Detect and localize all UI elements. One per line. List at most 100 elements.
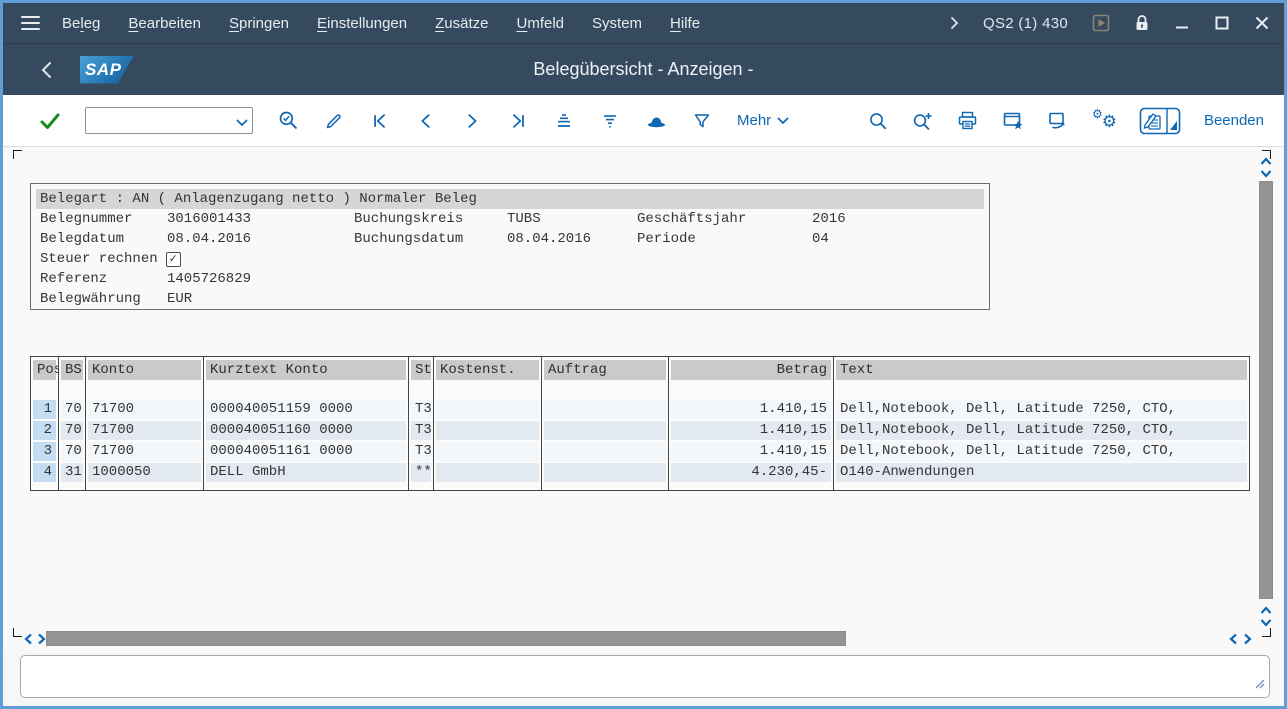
- horizontal-scrollbar-thumb[interactable]: [46, 631, 846, 646]
- command-field[interactable]: [85, 107, 253, 134]
- print-button[interactable]: [957, 110, 979, 132]
- hscroll-left-button-right[interactable]: [1227, 633, 1240, 644]
- col-header-betrag[interactable]: Betrag: [669, 357, 834, 384]
- cell-kostenst[interactable]: [434, 441, 542, 462]
- sap-gui-window: Beleg Bearbeiten Springen Einstellungen …: [0, 0, 1287, 709]
- menu-item-hilfe[interactable]: Hilfe: [670, 15, 700, 32]
- cell-bs[interactable]: 70: [59, 420, 86, 441]
- col-header-konto[interactable]: Konto: [86, 357, 204, 384]
- sort-descending-button[interactable]: [599, 110, 621, 132]
- cell-konto[interactable]: 1000050: [86, 462, 204, 483]
- menu-bar: Beleg Bearbeiten Springen Einstellungen …: [3, 3, 1284, 43]
- col-header-auftrag[interactable]: Auftrag: [542, 357, 669, 384]
- bowler-hat-icon[interactable]: [645, 110, 667, 132]
- menu-item-springen[interactable]: Springen: [229, 15, 289, 32]
- vertical-scrollbar-thumb[interactable]: [1259, 181, 1273, 599]
- cell-konto[interactable]: 71700: [86, 399, 204, 420]
- vscroll-up-button-bottom[interactable]: [1259, 605, 1272, 616]
- menu-overflow-chevron-icon[interactable]: [950, 16, 959, 30]
- minimize-button[interactable]: [1174, 15, 1190, 31]
- cell-bs[interactable]: 70: [59, 441, 86, 462]
- menu-item-system[interactable]: System: [592, 15, 642, 32]
- cell-betrag[interactable]: 1.410,15: [669, 441, 834, 462]
- col-header-text[interactable]: Text: [834, 357, 1250, 384]
- cell-pos[interactable]: 3: [31, 441, 59, 462]
- cell-auftrag[interactable]: [542, 441, 669, 462]
- menu-item-beleg[interactable]: Beleg: [62, 15, 100, 32]
- cell-kurztext[interactable]: DELL GmbH: [204, 462, 409, 483]
- cell-pos[interactable]: 2: [31, 420, 59, 441]
- filter-button[interactable]: [691, 110, 713, 132]
- cell-text[interactable]: Dell,Notebook, Dell, Latitude 7250, CTO,: [834, 399, 1250, 420]
- display-change-button[interactable]: [323, 110, 345, 132]
- gui-settings-button[interactable]: [1139, 110, 1181, 132]
- cell-kostenst[interactable]: [434, 420, 542, 441]
- col-header-pos[interactable]: Pos: [31, 357, 59, 384]
- search-next-button[interactable]: [912, 110, 934, 132]
- menu-item-bearbeiten[interactable]: Bearbeiten: [128, 15, 201, 32]
- cell-betrag[interactable]: 1.410,15: [669, 420, 834, 441]
- field-value-periode: 04: [812, 229, 989, 249]
- cell-text[interactable]: O140-Anwendungen: [834, 462, 1250, 483]
- back-button[interactable]: [41, 61, 52, 79]
- cell-st[interactable]: T3: [409, 399, 434, 420]
- cell-konto[interactable]: 71700: [86, 420, 204, 441]
- cell-text[interactable]: Dell,Notebook, Dell, Latitude 7250, CTO,: [834, 441, 1250, 462]
- cell-auftrag[interactable]: [542, 399, 669, 420]
- hamburger-menu-icon[interactable]: [21, 16, 40, 31]
- cell-st[interactable]: T3: [409, 420, 434, 441]
- cell-kostenst[interactable]: [434, 462, 542, 483]
- menu-item-umfeld[interactable]: Umfeld: [516, 15, 564, 32]
- cell-bs[interactable]: 70: [59, 399, 86, 420]
- screen-area: Belegart : AN ( Anlagenzugang netto ) No…: [3, 147, 1284, 651]
- cell-auftrag[interactable]: [542, 420, 669, 441]
- table-header-row: Pos BS Konto Kurztext Konto St Kostenst.…: [31, 357, 1250, 384]
- hscroll-left-button[interactable]: [22, 633, 35, 644]
- cell-betrag[interactable]: 4.230,45-: [669, 462, 834, 483]
- col-header-kostenst[interactable]: Kostenst.: [434, 357, 542, 384]
- exit-button[interactable]: Beenden: [1204, 112, 1264, 129]
- field-label-belegwaehrung: Belegwährung: [40, 289, 167, 309]
- cell-pos[interactable]: 1: [31, 399, 59, 420]
- cell-betrag[interactable]: 1.410,15: [669, 399, 834, 420]
- choose-detail-button[interactable]: [277, 110, 299, 132]
- cell-text[interactable]: Dell,Notebook, Dell, Latitude 7250, CTO,: [834, 420, 1250, 441]
- first-page-button[interactable]: [369, 110, 391, 132]
- cell-kurztext[interactable]: 000040051159 0000: [204, 399, 409, 420]
- cell-bs[interactable]: 31: [59, 462, 86, 483]
- more-menu-button[interactable]: Mehr: [737, 112, 789, 129]
- col-header-kurztext[interactable]: Kurztext Konto: [204, 357, 409, 384]
- next-page-button[interactable]: [461, 110, 483, 132]
- cell-konto[interactable]: 71700: [86, 441, 204, 462]
- hscroll-right-button-right[interactable]: [1241, 633, 1254, 644]
- menu-item-zusaetze[interactable]: Zusätze: [435, 15, 488, 32]
- tax-checkbox[interactable]: ✓: [166, 252, 181, 267]
- continue-button[interactable]: [39, 110, 61, 132]
- cell-kurztext[interactable]: 000040051161 0000: [204, 441, 409, 462]
- vscroll-up-button[interactable]: [1259, 156, 1272, 167]
- search-button[interactable]: [867, 110, 889, 132]
- col-header-st[interactable]: St: [409, 357, 434, 384]
- services-gears-icon[interactable]: ⚙⚙: [1092, 110, 1116, 132]
- cell-auftrag[interactable]: [542, 462, 669, 483]
- menu-item-einstellungen[interactable]: Einstellungen: [317, 15, 407, 32]
- vscroll-down-button-bottom[interactable]: [1259, 617, 1272, 628]
- play-button-icon[interactable]: [1092, 14, 1110, 32]
- last-page-button[interactable]: [507, 110, 529, 132]
- close-button[interactable]: [1254, 15, 1270, 31]
- vscroll-down-button[interactable]: [1259, 168, 1272, 179]
- cell-kostenst[interactable]: [434, 399, 542, 420]
- resize-grip-icon[interactable]: [1253, 676, 1265, 694]
- cell-pos[interactable]: 4: [31, 462, 59, 483]
- cell-st[interactable]: **: [409, 462, 434, 483]
- previous-page-button[interactable]: [415, 110, 437, 132]
- maximize-button[interactable]: [1214, 15, 1230, 31]
- field-value-geschaeftsjahr: 2016: [812, 209, 989, 229]
- cell-kurztext[interactable]: 000040051160 0000: [204, 420, 409, 441]
- create-shortcut-button[interactable]: [1002, 110, 1024, 132]
- command-field-dropdown-icon[interactable]: [236, 114, 248, 132]
- sort-ascending-button[interactable]: [553, 110, 575, 132]
- new-session-button[interactable]: [1047, 110, 1069, 132]
- cell-st[interactable]: T3: [409, 441, 434, 462]
- col-header-bs[interactable]: BS: [59, 357, 86, 384]
